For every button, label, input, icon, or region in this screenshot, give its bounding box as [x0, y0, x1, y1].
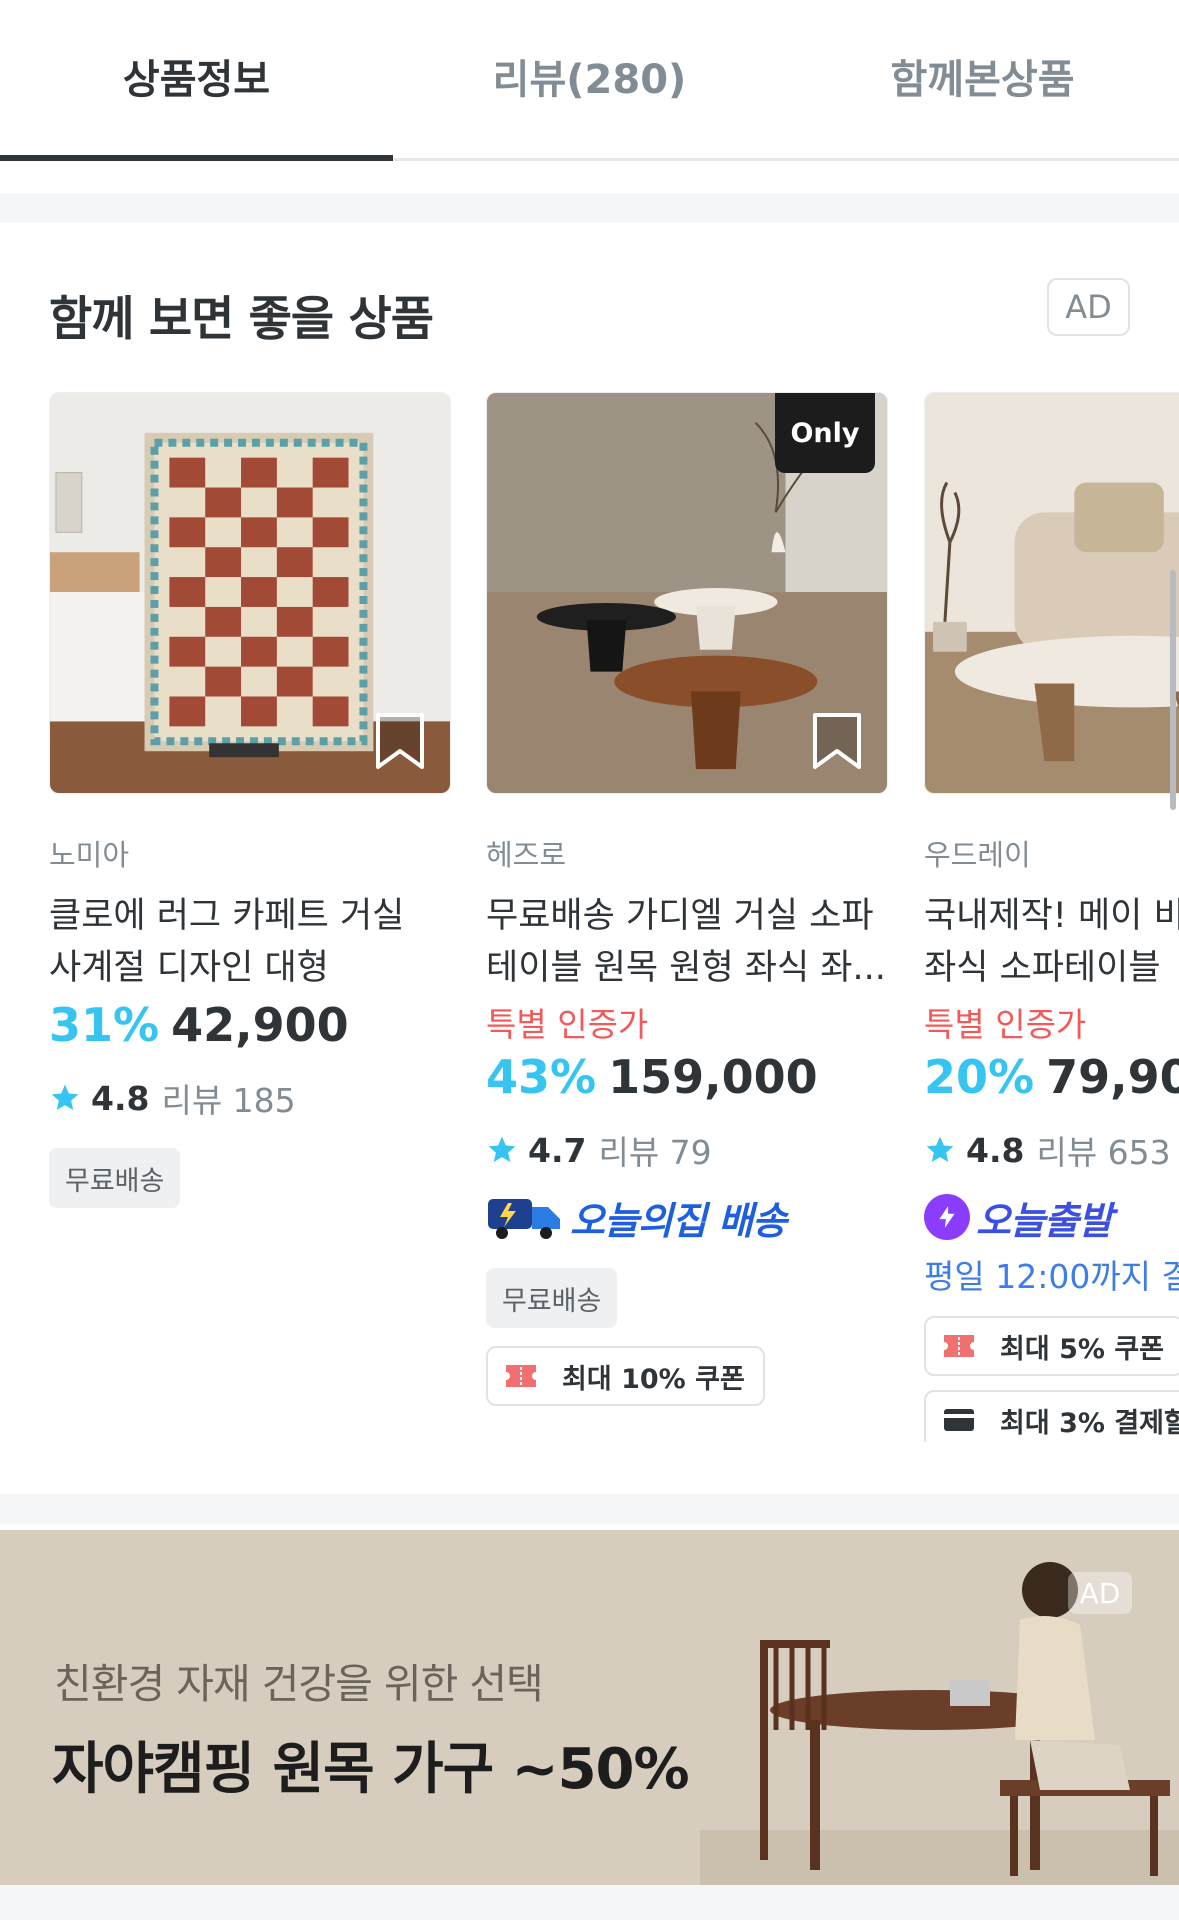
delivery-label: 오늘출발 [976, 1198, 1113, 1243]
tab-viewed-together[interactable]: 함께본상품 [786, 0, 1179, 158]
price-row: 31% 42,900 [49, 998, 451, 1052]
delivery-row: 오늘의집 배송 [486, 1192, 888, 1243]
product-image[interactable]: Only [486, 392, 888, 794]
rating-score: 4.7 [528, 1130, 587, 1170]
product-name[interactable]: 국내제작! 메이 비 좌식 소파테이블 [924, 890, 1179, 994]
rating-row: 4.8 리뷰 653 [924, 1126, 1179, 1174]
bookmark-icon[interactable] [809, 711, 865, 771]
price: 42,900 [171, 998, 349, 1052]
card-icon [944, 1409, 974, 1431]
sofa-table-photo [925, 393, 1179, 793]
truck-icon [488, 1199, 560, 1239]
product-name-line2: 좌식 소파테이블 [924, 948, 1161, 988]
review-count: 리뷰 185 [161, 1081, 296, 1120]
certified-price-label: 특별 인증가 [486, 1005, 649, 1044]
delivery-cutoff-note: 평일 12:00까지 결 [924, 1257, 1179, 1296]
product-card[interactable]: 우드레이 국내제작! 메이 비 좌식 소파테이블 특별 인증가 20% 79,9… [924, 392, 1179, 1442]
product-card[interactable]: 노미아 클로에 러그 카페트 거실 사계절 디자인 대형 31% 42,900 … [49, 392, 451, 1208]
rating-score: 4.8 [966, 1130, 1025, 1170]
section-divider [0, 1494, 1179, 1524]
rating-row: 4.8 리뷰 185 [49, 1074, 451, 1122]
ad-badge[interactable]: AD [1047, 278, 1130, 336]
coupon-badge[interactable]: 최대 5% 쿠폰 [924, 1316, 1179, 1376]
price-row: 43% 159,000 [486, 1050, 888, 1104]
product-image[interactable] [924, 392, 1179, 794]
coupon-icon [944, 1335, 974, 1357]
product-card[interactable]: Only 헤즈로 무료배송 가디엘 거실 소파 테이블 원목 원형 좌식 좌..… [486, 392, 888, 1406]
price: 159,000 [608, 1050, 818, 1104]
discount-rate: 43% [486, 1050, 597, 1104]
product-name-line1: 클로에 러그 카페트 거실 [49, 896, 405, 936]
delivery-label: 오늘의집 배송 [570, 1198, 787, 1243]
star-icon [926, 1136, 954, 1162]
section-title: 함께 보면 좋을 상품 [49, 292, 434, 347]
brand-name: 노미아 [49, 838, 130, 872]
payment-discount-badge[interactable]: 최대 3% 결제할 [924, 1390, 1179, 1442]
product-image[interactable] [49, 392, 451, 794]
free-shipping-badge: 무료배송 [486, 1268, 618, 1328]
section-divider [0, 1885, 1179, 1920]
banner-ad-badge: AD [1068, 1572, 1132, 1614]
product-name-line2: 사계절 디자인 대형 [49, 948, 329, 988]
certified-price-label: 특별 인증가 [924, 1005, 1087, 1044]
banner-subtitle: 친환경 자재 건강을 위한 선택 [54, 1660, 544, 1708]
product-carousel[interactable]: 노미아 클로에 러그 카페트 거실 사계절 디자인 대형 31% 42,900 … [0, 392, 1179, 1442]
price: 79,900 [1046, 1050, 1179, 1104]
coupon-label: 최대 5% 쿠폰 [1000, 1333, 1164, 1365]
tab-reviews[interactable]: 리뷰(280) [393, 0, 786, 158]
payment-discount-label: 최대 3% 결제할 [1000, 1407, 1179, 1439]
free-shipping-badge: 무료배송 [49, 1148, 181, 1208]
coupon-badge[interactable]: 최대 10% 쿠폰 [486, 1346, 765, 1406]
banner-title: 자야캠핑 원목 가구 ~50% [52, 1737, 690, 1802]
coupon-label: 최대 10% 쿠폰 [562, 1363, 745, 1395]
bookmark-icon[interactable] [372, 711, 428, 771]
star-icon [488, 1136, 516, 1162]
discount-rate: 31% [49, 998, 160, 1052]
review-count: 리뷰 79 [598, 1133, 712, 1172]
brand-name: 헤즈로 [486, 838, 567, 872]
section-divider [0, 193, 1179, 223]
review-count: 리뷰 653 [1036, 1133, 1171, 1172]
discount-rate: 20% [924, 1050, 1035, 1104]
coupon-icon [506, 1365, 536, 1387]
tab-product-info[interactable]: 상품정보 [0, 0, 393, 161]
product-name-line1: 국내제작! 메이 비 [924, 896, 1179, 936]
brand-name: 우드레이 [924, 838, 1031, 872]
ad-banner[interactable]: AD 친환경 자재 건강을 위한 선택 자야캠핑 원목 가구 ~50% [0, 1530, 1179, 1885]
only-badge: Only [775, 393, 875, 473]
star-icon [51, 1084, 79, 1110]
product-name[interactable]: 무료배송 가디엘 거실 소파 테이블 원목 원형 좌식 좌... [486, 890, 888, 994]
product-name-line2: 테이블 원목 원형 좌식 좌... [486, 948, 886, 988]
tab-bar: 상품정보 리뷰(280) 함께본상품 [0, 0, 1179, 161]
product-name[interactable]: 클로에 러그 카페트 거실 사계절 디자인 대형 [49, 890, 451, 994]
rating-row: 4.7 리뷰 79 [486, 1126, 888, 1174]
lightning-icon [924, 1194, 970, 1240]
product-name-line1: 무료배송 가디엘 거실 소파 [486, 896, 874, 936]
scrollbar[interactable] [1170, 570, 1176, 810]
price-row: 20% 79,900 [924, 1050, 1179, 1104]
delivery-row: 오늘출발 [924, 1192, 1179, 1243]
rating-score: 4.8 [91, 1078, 150, 1118]
